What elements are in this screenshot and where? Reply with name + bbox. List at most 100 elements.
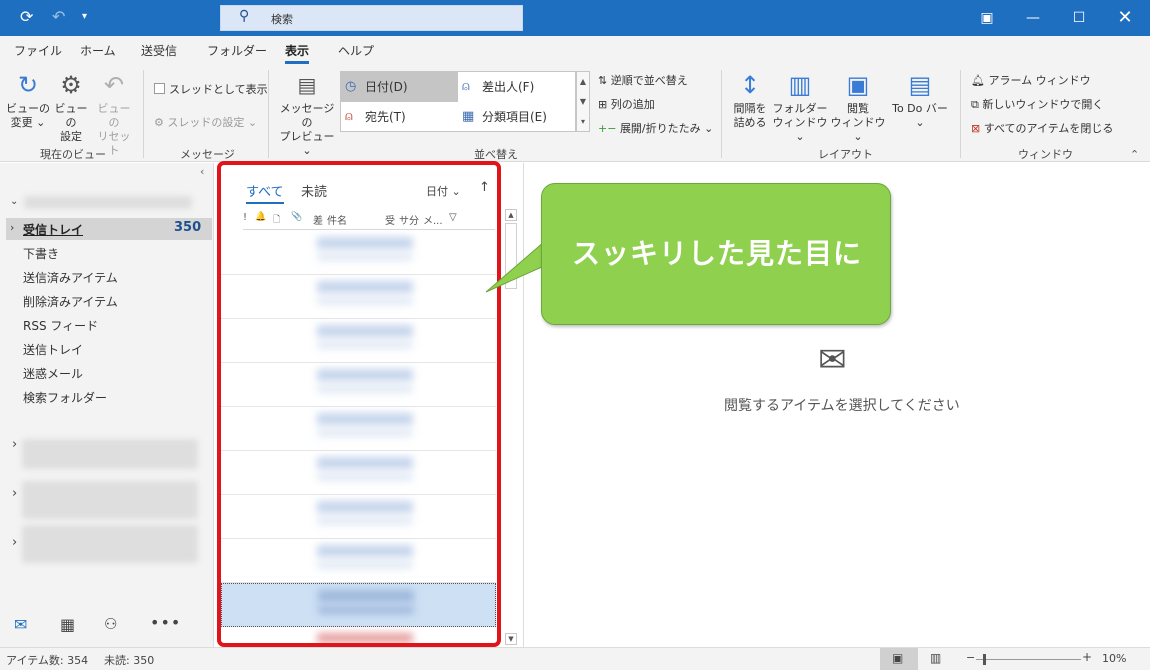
chevron-right-icon[interactable]: ›	[12, 486, 17, 501]
show-as-conversations-label: スレッドとして表示	[169, 83, 268, 96]
zoom-slider[interactable]	[976, 659, 1081, 660]
view-settings-button[interactable]: ⚙ ビューの 設定	[51, 70, 91, 144]
reading-view-icon[interactable]: ▥	[930, 651, 941, 665]
col-attachment[interactable]: 📎	[291, 212, 302, 222]
compact-label-1: 間隔を	[733, 102, 767, 115]
message-row[interactable]	[221, 451, 496, 495]
minimize-icon[interactable]: —	[1010, 0, 1056, 36]
zoom-out-icon[interactable]: −	[966, 651, 975, 664]
open-new-window-button[interactable]: ⧉ 新しいウィンドウで開く	[971, 96, 1103, 112]
gallery-more-icon[interactable]: ▾	[577, 112, 589, 131]
col-mention[interactable]: メ...	[423, 212, 443, 227]
folder-junk-email[interactable]: 迷惑メール	[23, 365, 83, 382]
collapse-ribbon-icon[interactable]: ⌃	[1130, 148, 1139, 161]
undo-icon[interactable]: ↶	[52, 7, 65, 27]
col-icon[interactable]: 🗋	[273, 212, 280, 228]
chevron-down-icon[interactable]: ⌄	[10, 196, 18, 207]
normal-view-button[interactable]: ▣	[880, 648, 918, 670]
view-settings-label-1: ビューの	[54, 102, 88, 129]
arrange-by-categories[interactable]: ▦ 分類項目(E)	[458, 102, 575, 132]
tab-file[interactable]: ファイル	[14, 42, 62, 59]
show-as-conversations-checkbox[interactable]: スレッドとして表示	[154, 81, 268, 97]
tab-folder[interactable]: フォルダー	[207, 42, 267, 59]
scroll-down-icon[interactable]: ▼	[505, 633, 517, 645]
chevron-right-icon[interactable]: ›	[12, 535, 17, 550]
ribbon-separator	[143, 70, 144, 158]
close-all-items-button[interactable]: ⊠ すべてのアイテムを閉じる	[971, 120, 1113, 136]
col-from[interactable]: 差	[313, 212, 323, 227]
collapse-pane-icon[interactable]: ‹	[200, 165, 204, 178]
message-row[interactable]	[221, 275, 496, 319]
add-columns-button[interactable]: ⊞ 列の追加	[598, 96, 655, 112]
todo-bar-button[interactable]: ▤ To Do バー ⌄	[888, 70, 952, 130]
arrange-by-to[interactable]: ⍝ 宛先(T)	[341, 102, 458, 132]
message-row[interactable]	[221, 407, 496, 451]
sort-by-date[interactable]: 日付 ⌄	[426, 183, 461, 199]
folder-deleted-items[interactable]: 削除済みアイテム	[23, 293, 118, 310]
ribbon-display-icon[interactable]: ▣	[964, 0, 1010, 36]
folder-rss-feeds[interactable]: RSS フィード	[23, 317, 98, 334]
chevron-up-icon[interactable]: ▲	[577, 72, 589, 92]
folder-outbox[interactable]: 送信トレイ	[23, 341, 83, 358]
expand-collapse-button[interactable]: +− 展開/折りたたみ ⌄	[598, 120, 713, 136]
envelope-icon: ✉	[818, 340, 847, 380]
arrange-by-date[interactable]: ◷ 日付(D)	[341, 72, 458, 102]
message-blurred	[317, 369, 413, 381]
message-preview-button[interactable]: ▤ メッセージの プレビュー ⌄	[276, 70, 338, 158]
chevron-right-icon[interactable]: ›	[10, 221, 14, 234]
message-blurred	[317, 253, 413, 261]
sync-icon[interactable]: ⟳	[20, 7, 33, 27]
compact-button[interactable]: ↕ 間隔を 詰める	[728, 70, 772, 130]
message-row[interactable]	[221, 319, 496, 363]
reading-pane-button[interactable]: ▣ 閲覧 ウィンドウ ⌄	[830, 70, 886, 144]
close-icon[interactable]: ✕	[1102, 0, 1148, 36]
message-row[interactable]	[221, 363, 496, 407]
tab-home[interactable]: ホーム	[80, 42, 116, 59]
gallery-scroll[interactable]: ▲ ▼ ▾	[576, 71, 590, 132]
message-blurred	[317, 281, 413, 293]
calendar-icon[interactable]: ▦	[60, 615, 75, 634]
folder-sent-items[interactable]: 送信済みアイテム	[23, 269, 118, 286]
filter-all[interactable]: すべて	[246, 181, 284, 200]
search-box[interactable]: ⚲ 検索	[220, 5, 523, 31]
col-flag[interactable]: ▽	[449, 212, 457, 223]
message-row[interactable]	[221, 539, 496, 583]
folder-search-folders[interactable]: 検索フォルダー	[23, 389, 107, 406]
sort-direction[interactable]: ↑	[479, 180, 490, 195]
scroll-up-icon[interactable]: ▲	[505, 209, 517, 221]
folder-pane-button[interactable]: ▥ フォルダー ウィンドウ ⌄	[772, 70, 828, 144]
zoom-slider-thumb[interactable]	[983, 654, 986, 665]
message-row-selected[interactable]	[221, 583, 496, 627]
col-importance[interactable]: !	[243, 212, 247, 223]
quick-access-dropdown-icon[interactable]: ▾	[82, 7, 87, 27]
col-received[interactable]: 受	[385, 212, 395, 227]
reverse-sort-button[interactable]: ⇅ 逆順で並べ替え	[598, 72, 688, 88]
maximize-icon[interactable]: ☐	[1056, 0, 1102, 36]
arrange-by-from[interactable]: ⍝ 差出人(F)	[458, 72, 575, 102]
reset-view-button[interactable]: ↶ ビューの リセット	[93, 70, 135, 158]
reminders-window-button[interactable]: 🔔︎ アラーム ウィンドウ	[971, 72, 1091, 88]
folder-inbox[interactable]: 受信トレイ	[23, 221, 83, 238]
message-row[interactable]	[221, 495, 496, 539]
col-subject[interactable]: 件名	[327, 212, 347, 227]
tab-view[interactable]: 表示	[285, 42, 310, 64]
tab-help[interactable]: ヘルプ	[338, 42, 374, 59]
chevron-down-icon[interactable]: ▼	[577, 92, 589, 112]
zoom-level[interactable]: 10%	[1102, 652, 1126, 665]
more-icon[interactable]: •••	[150, 613, 181, 632]
col-categories[interactable]: 分	[409, 212, 419, 227]
message-blurred	[317, 385, 413, 393]
filter-unread[interactable]: 未読	[301, 181, 327, 200]
col-reminder[interactable]: 🔔	[255, 212, 266, 222]
chevron-right-icon[interactable]: ›	[12, 437, 17, 452]
change-view-button[interactable]: ↻ ビューの 変更 ⌄	[6, 70, 50, 130]
folder-drafts[interactable]: 下書き	[23, 245, 59, 262]
zoom-in-icon[interactable]: +	[1082, 650, 1092, 664]
tab-send-receive[interactable]: 送受信	[141, 42, 177, 59]
conversation-settings-button[interactable]: ⚙ スレッドの設定 ⌄	[154, 114, 257, 130]
status-item-count: アイテム数: 354	[6, 654, 89, 667]
message-row[interactable]	[221, 231, 496, 275]
mail-icon[interactable]: ✉	[14, 615, 27, 634]
people-icon[interactable]: ⚇	[104, 615, 117, 633]
col-size[interactable]: サ	[399, 212, 409, 227]
